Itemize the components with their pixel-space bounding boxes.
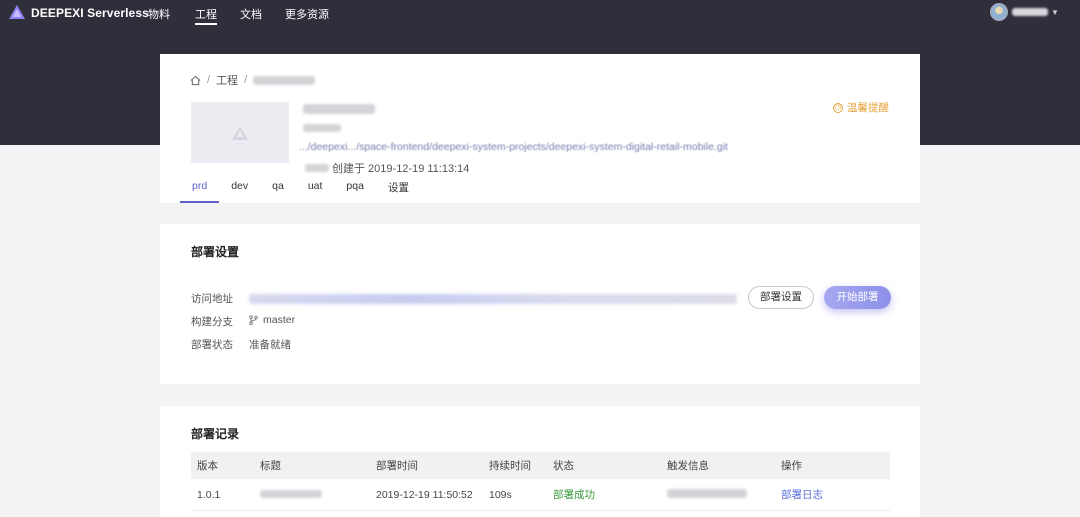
nav-item-materials[interactable]: 物料 — [148, 6, 170, 22]
notice-label: 温馨提醒 — [847, 102, 889, 114]
trigger-info-redacted — [667, 488, 747, 498]
deploy-records-table: 版本 标题 部署时间 持续时间 状态 触发信息 操作 1.0.1 2019-12… — [191, 452, 890, 511]
logo-icon — [9, 5, 25, 19]
chevron-down-icon[interactable]: ▼ — [1051, 8, 1059, 17]
cell-deploy-time: 2019-12-19 11:50:52 — [376, 488, 473, 501]
start-deploy-button[interactable]: 开始部署 — [824, 286, 891, 309]
creator-name-redacted — [305, 164, 329, 172]
access-url-redacted[interactable] — [249, 294, 737, 304]
deploy-records-card: 部署记录 版本 标题 部署时间 持续时间 状态 触发信息 操作 1.0.1 20… — [160, 406, 920, 517]
cell-title — [260, 489, 376, 501]
breadcrumb-separator: / — [207, 74, 211, 86]
column-header-trigger-info: 触发信息 — [667, 460, 709, 472]
cell-duration: 109s — [489, 488, 512, 501]
project-header-card: / 工程 / .../deepexi.../space-frontend/dee… — [160, 54, 920, 203]
deploy-log-link[interactable]: 部署日志 — [781, 487, 890, 502]
nav-item-more-resources[interactable]: 更多资源 — [285, 6, 329, 22]
column-header-duration: 持续时间 — [489, 460, 531, 472]
user-name-redacted — [1012, 8, 1048, 16]
title-redacted — [260, 489, 322, 498]
git-branch-icon — [249, 315, 258, 325]
tab-uat[interactable]: uat — [306, 180, 325, 203]
breadcrumb-separator: / — [244, 74, 248, 86]
cell-status: 部署成功 — [553, 489, 595, 501]
notice-link[interactable]: ◷ 温馨提醒 — [833, 100, 889, 115]
column-header-actions: 操作 — [781, 460, 802, 472]
tab-dev[interactable]: dev — [229, 180, 250, 203]
table-header: 版本 标题 部署时间 持续时间 状态 触发信息 操作 — [191, 452, 890, 479]
tab-pqa[interactable]: pqa — [344, 180, 366, 203]
branch-value: master — [249, 314, 295, 326]
tab-settings[interactable]: 设置 — [386, 180, 411, 203]
project-name-redacted — [303, 104, 375, 114]
section-title-deploy-settings: 部署设置 — [191, 245, 240, 259]
cell-version: 1.0.1 — [197, 488, 221, 501]
breadcrumb: / 工程 / — [190, 72, 316, 88]
env-tabs: prd dev qa uat pqa 设置 — [179, 180, 431, 203]
top-nav: DEEPEXI Serverless 物料 工程 文档 更多资源 ▼ — [0, 0, 1080, 26]
project-thumbnail — [191, 102, 289, 163]
created-time: 创建于 2019-12-19 11:13:14 — [332, 163, 470, 175]
breadcrumb-projects-link[interactable]: 工程 — [216, 72, 238, 88]
section-title-deploy-records: 部署记录 — [191, 427, 240, 441]
branch-label: 构建分支 — [191, 316, 233, 328]
column-header-title: 标题 — [260, 460, 281, 472]
branch-name: master — [263, 314, 296, 326]
created-info: 创建于 2019-12-19 11:13:14 — [305, 160, 469, 176]
repo-url-link[interactable]: .../deepexi.../space-frontend/deepexi-sy… — [299, 141, 863, 155]
tab-qa[interactable]: qa — [270, 180, 286, 203]
brand-name[interactable]: DEEPEXI Serverless — [31, 6, 149, 20]
table-row: 1.0.1 2019-12-19 11:50:52 109s 部署成功 部署日志 — [191, 479, 890, 511]
user-menu[interactable]: ▼ — [990, 3, 1059, 21]
url-label: 访问地址 — [191, 293, 233, 305]
nav-item-docs[interactable]: 文档 — [240, 6, 262, 22]
tab-prd[interactable]: prd — [179, 180, 220, 203]
column-header-deploy-time: 部署时间 — [376, 460, 418, 472]
home-icon[interactable] — [190, 75, 201, 86]
column-header-version: 版本 — [197, 460, 218, 472]
nav-item-projects[interactable]: 工程 — [195, 6, 217, 25]
project-description-redacted — [303, 124, 341, 132]
deploy-settings-card: 部署设置 访问地址 构建分支 master 部署状态 准备就绪 部署设置 开始部… — [160, 224, 920, 384]
status-label: 部署状态 — [191, 339, 233, 351]
breadcrumb-project-name-redacted — [253, 75, 316, 85]
image-placeholder-icon — [232, 125, 248, 140]
cell-trigger-info — [667, 488, 781, 501]
column-header-status: 状态 — [553, 460, 574, 472]
clock-icon: ◷ — [833, 102, 843, 113]
deploy-settings-button[interactable]: 部署设置 — [748, 286, 814, 309]
avatar[interactable] — [990, 3, 1008, 21]
deploy-status-value: 准备就绪 — [249, 339, 291, 351]
